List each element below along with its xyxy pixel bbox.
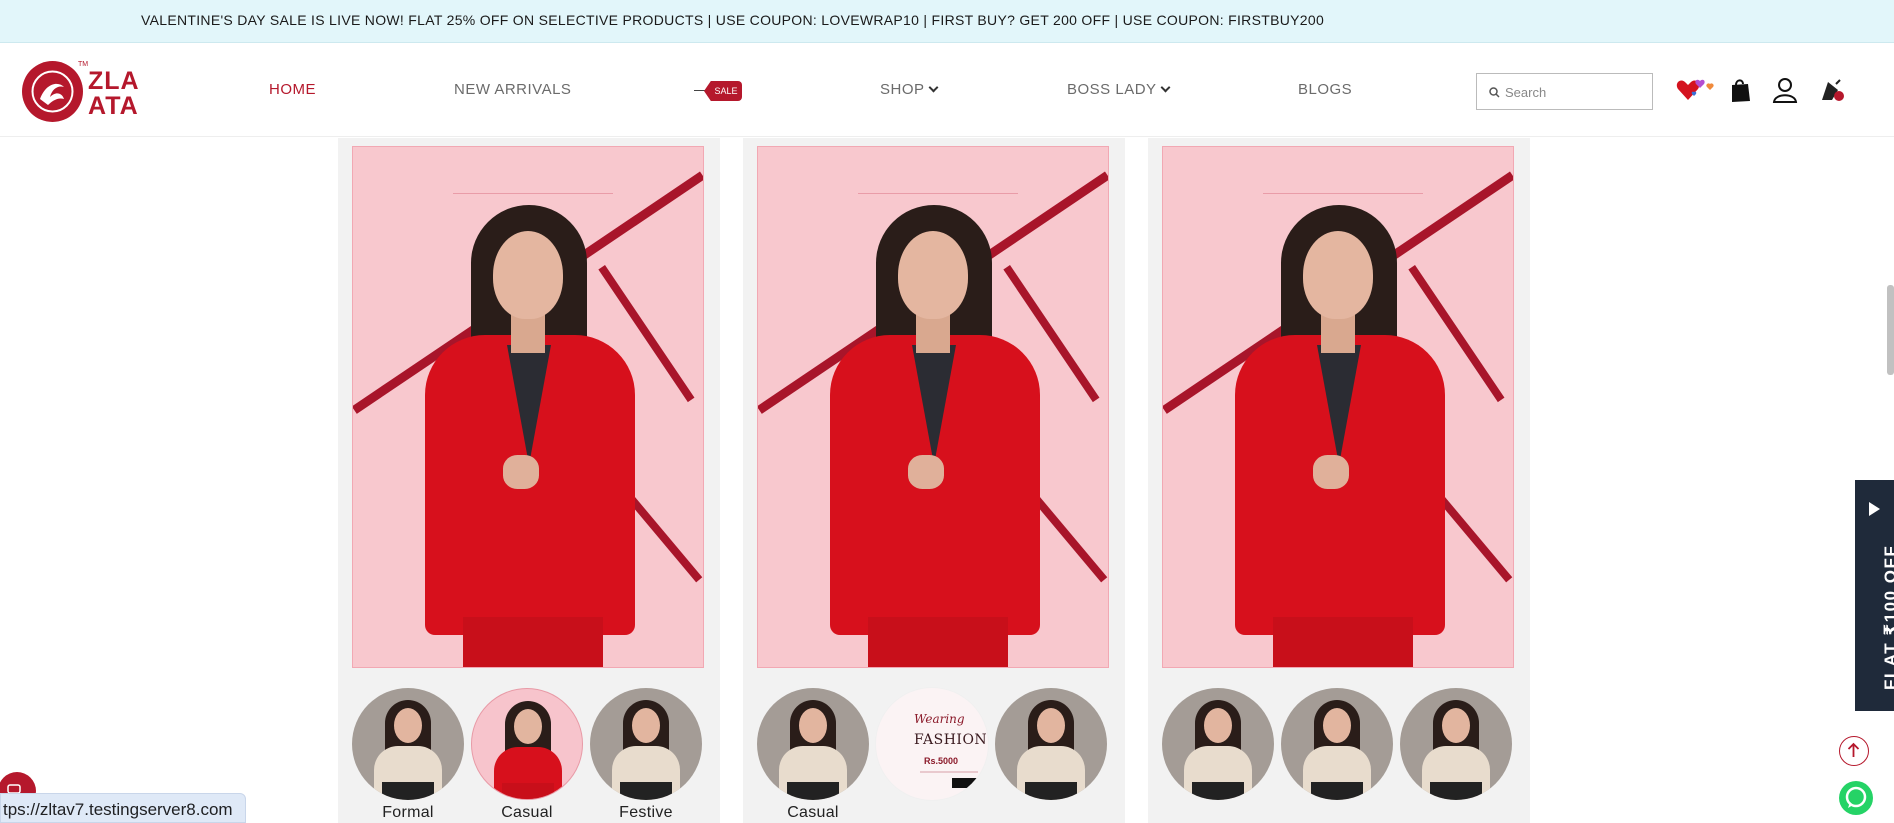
nav-blogs[interactable]: BLOGS	[1298, 81, 1352, 98]
play-icon	[1869, 502, 1880, 516]
promo-divider	[920, 771, 978, 773]
thumb-face	[632, 708, 660, 743]
flat-offer-label: FLAT ₹100 OFF	[1881, 544, 1894, 690]
product-image[interactable]	[757, 146, 1109, 668]
thumb-face	[1442, 708, 1470, 743]
model-hand	[1313, 455, 1349, 489]
thumb-bottom	[620, 782, 672, 800]
style-thumbnail-label: Festive	[619, 804, 673, 821]
style-thumbnail-label: Formal	[382, 804, 434, 821]
announcement-text: VALENTINE'S DAY SALE IS LIVE NOW! FLAT 2…	[141, 12, 1325, 28]
thumb-face	[1204, 708, 1232, 743]
thumb-bottom	[787, 782, 839, 800]
logo-line-2: ATA	[88, 92, 139, 120]
search-input[interactable]	[1505, 82, 1645, 102]
thumb-face	[514, 709, 542, 744]
chevron-down-icon	[1160, 82, 1170, 93]
model-pants	[868, 617, 1008, 667]
product-card: Casual Wearing FASHION Rs.5000	[743, 138, 1125, 823]
thumb-bottom	[1311, 782, 1363, 800]
image-deco-line	[453, 193, 613, 194]
model-face	[493, 231, 563, 319]
announcement-bar: VALENTINE'S DAY SALE IS LIVE NOW! FLAT 2…	[0, 0, 1894, 43]
style-thumbnail[interactable]	[995, 688, 1107, 800]
product-card: Formal Casual Festive	[338, 138, 720, 823]
logo-wordmark: ZLA ATA	[88, 69, 140, 119]
whatsapp-button[interactable]	[1839, 781, 1873, 815]
thumb-face	[1037, 708, 1065, 743]
model-face	[1303, 231, 1373, 319]
style-thumbnail[interactable]	[471, 688, 583, 800]
nav-boss-lady[interactable]: BOSS LADY	[1067, 81, 1170, 98]
image-deco-line	[858, 193, 1018, 194]
logo-emblem-icon	[22, 61, 83, 122]
model-neck	[1321, 313, 1355, 353]
nav-new-arrivals[interactable]: NEW ARRIVALS	[454, 81, 571, 98]
thumb-bottom	[382, 782, 434, 800]
chevron-down-icon	[928, 82, 938, 93]
search-box[interactable]	[1476, 73, 1653, 110]
style-thumbnail-label: Casual	[501, 804, 553, 821]
style-thumbnail[interactable]	[1400, 688, 1512, 800]
thumb-bottom	[502, 783, 554, 799]
whatsapp-icon	[1845, 786, 1867, 808]
shopping-bag-icon[interactable]	[1726, 76, 1754, 104]
style-thumbnail[interactable]	[590, 688, 702, 800]
image-deco-line	[1263, 193, 1423, 194]
logo-line-1: ZLA	[88, 67, 140, 95]
thumb-face	[1323, 708, 1351, 743]
nav-boss-lady-label: BOSS LADY	[1067, 81, 1157, 98]
model-face	[898, 231, 968, 319]
model-neck	[511, 313, 545, 353]
model-pants	[1273, 617, 1413, 667]
promo-line-3: Rs.5000	[924, 756, 959, 766]
product-image[interactable]	[1162, 146, 1514, 668]
nav-shop[interactable]: SHOP	[880, 81, 938, 98]
page-scrollbar[interactable]	[1887, 285, 1894, 375]
flat-offer-tab[interactable]: FLAT ₹100 OFF	[1855, 480, 1894, 711]
thumb-bottom	[1025, 782, 1077, 800]
thumb-bottom	[1430, 782, 1482, 800]
cart-icon[interactable]	[1818, 76, 1846, 104]
model-pants	[463, 617, 603, 667]
style-thumbnail[interactable]: Wearing FASHION Rs.5000	[876, 688, 988, 800]
model-hand	[503, 455, 539, 489]
thumb-face	[394, 708, 422, 743]
product-image[interactable]	[352, 146, 704, 668]
nav-shop-label: SHOP	[880, 81, 925, 98]
model-hand	[908, 455, 944, 489]
promo-line-2: FASHION	[914, 732, 988, 748]
style-thumbnail[interactable]	[757, 688, 869, 800]
product-card	[1148, 138, 1530, 823]
nav-home[interactable]: HOME	[269, 81, 316, 98]
promo-line-1: Wearing	[914, 712, 965, 726]
status-bar-url: tps://zltav7.testingserver8.com	[0, 793, 246, 823]
scroll-to-top-button[interactable]	[1839, 736, 1869, 766]
site-header: TM ZLA ATA HOME NEW ARRIVALS SALE SHOP B…	[0, 43, 1894, 137]
model-neck	[916, 313, 950, 353]
promo-button	[952, 778, 978, 788]
sale-tag-icon: SALE	[704, 81, 742, 101]
thumb-bottom	[1192, 782, 1244, 800]
search-icon	[1489, 87, 1500, 98]
logo-trademark: TM	[78, 61, 89, 68]
logo[interactable]: TM ZLA ATA	[22, 61, 152, 125]
style-thumbnail[interactable]	[1281, 688, 1393, 800]
arrow-up-icon	[1847, 742, 1860, 757]
user-icon[interactable]	[1771, 76, 1799, 104]
thumb-face	[799, 708, 827, 743]
hearts-icon[interactable]	[1676, 76, 1720, 104]
style-thumbnail[interactable]	[352, 688, 464, 800]
style-thumbnail[interactable]	[1162, 688, 1274, 800]
style-thumbnail-label: Casual	[787, 804, 839, 821]
